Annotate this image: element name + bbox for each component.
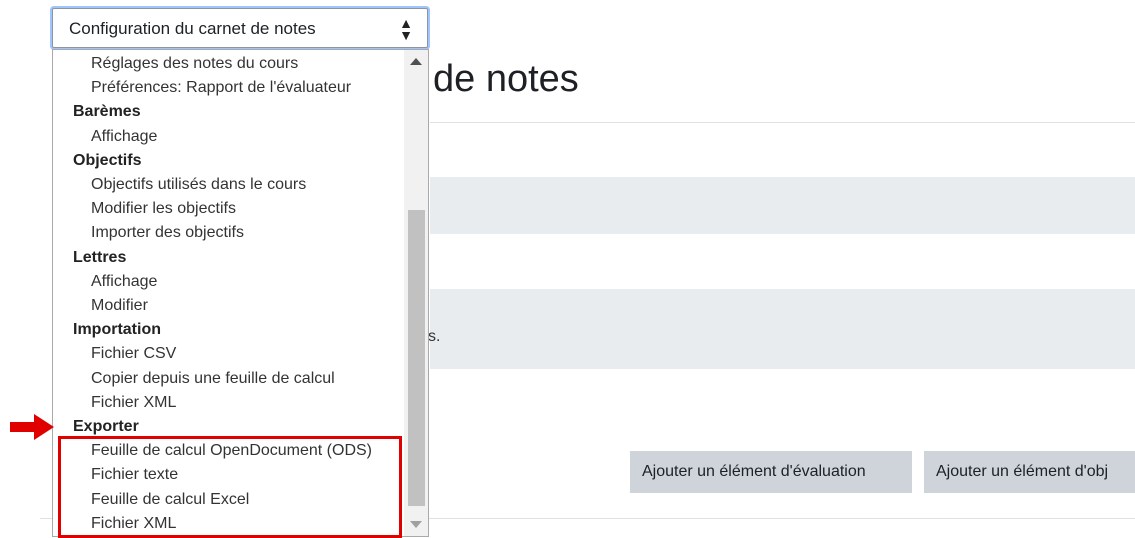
scroll-down-icon[interactable]: [410, 521, 422, 528]
dropdown-option[interactable]: Fichier texte: [91, 466, 178, 484]
gradebook-setup-select[interactable]: Configuration du carnet de notes ▲ ▼: [52, 8, 428, 48]
dropdown-option[interactable]: Affichage: [91, 128, 157, 146]
dropdown-scrollbar[interactable]: [404, 50, 428, 536]
info-text: s.: [428, 328, 441, 345]
select-dropdown-list[interactable]: Réglages des notes du cours Préférences: …: [52, 49, 429, 537]
dropdown-option[interactable]: Feuille de calcul Excel: [91, 491, 249, 509]
info-band: [430, 289, 1135, 369]
dropdown-option[interactable]: Fichier CSV: [91, 345, 176, 363]
dropdown-option[interactable]: Modifier les objectifs: [91, 200, 236, 218]
divider: [430, 122, 1135, 123]
dropdown-option[interactable]: Feuille de calcul OpenDocument (ODS): [91, 442, 372, 460]
dropdown-option[interactable]: Objectifs utilisés dans le cours: [91, 176, 306, 194]
option-group-label: Barèmes: [73, 103, 141, 121]
scroll-thumb[interactable]: [408, 210, 425, 506]
dropdown-option[interactable]: Importer des objectifs: [91, 224, 244, 242]
info-band: [430, 177, 1135, 234]
option-group-label: Lettres: [73, 248, 127, 266]
option-group-label: Exporter: [73, 418, 139, 435]
option-group-label: Importation: [73, 321, 161, 339]
dropdown-option[interactable]: Affichage: [91, 273, 157, 291]
dropdown-option[interactable]: Copier depuis une feuille de calcul: [91, 370, 335, 388]
select-value: Configuration du carnet de notes: [69, 19, 316, 38]
page-title: de notes: [433, 58, 579, 100]
add-outcome-item-button[interactable]: Ajouter un élément d'obj: [924, 451, 1135, 493]
dropdown-option[interactable]: Réglages des notes du cours: [91, 55, 298, 73]
add-grade-item-button[interactable]: Ajouter un élément d'évaluation: [630, 451, 912, 493]
option-group-label: Objectifs: [73, 151, 142, 169]
dropdown-option[interactable]: Fichier XML: [91, 394, 176, 412]
red-arrow-icon: [10, 414, 54, 440]
dropdown-option[interactable]: Fichier XML: [91, 515, 176, 533]
dropdown-option[interactable]: Modifier: [91, 297, 148, 315]
scroll-up-icon[interactable]: [410, 58, 422, 65]
dropdown-option[interactable]: Préférences: Rapport de l'évaluateur: [91, 79, 351, 97]
select-arrows-icon: ▲ ▼: [399, 15, 413, 43]
